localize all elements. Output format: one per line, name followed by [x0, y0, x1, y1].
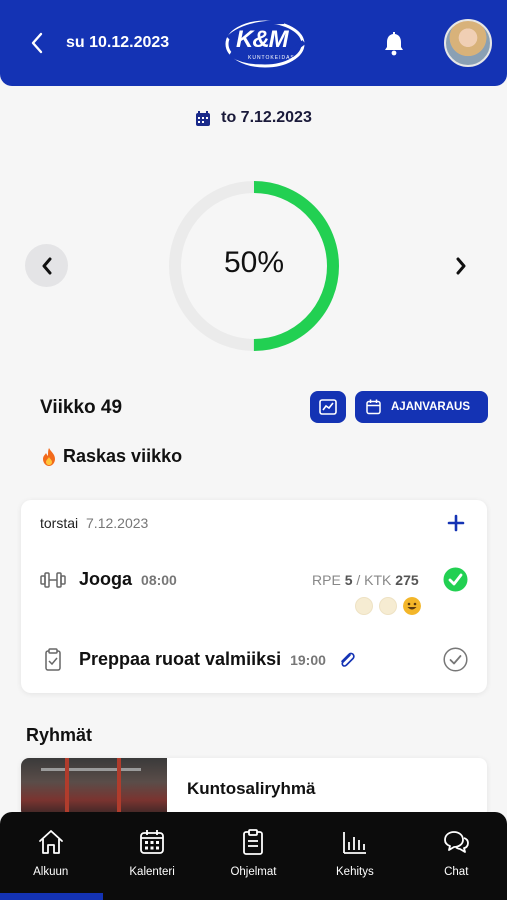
ktk-value: 275: [395, 572, 419, 588]
metrics-separator: /: [356, 572, 361, 588]
groups-title: Ryhmät: [26, 725, 93, 745]
header-date: su 10.12.2023: [66, 34, 170, 51]
nav-item-programs[interactable]: Ohjelmat: [203, 812, 304, 900]
chat-icon: [444, 831, 470, 853]
bottom-nav: Alkuun Kalenteri Ohjelmat Kehitys Chat: [0, 812, 507, 900]
selected-date-label: to 7.12.2023: [221, 109, 312, 126]
calendar-icon: [196, 110, 211, 126]
stats-button[interactable]: [310, 391, 346, 423]
mood-rating: [355, 597, 421, 615]
add-event-button[interactable]: [447, 514, 465, 532]
day-date: 7.12.2023: [86, 515, 149, 531]
attachment-icon[interactable]: [337, 650, 357, 670]
event-title: Preppaa ruoat valmiiksi 19:00: [79, 649, 357, 670]
event-metrics: RPE 5 / KTK 275: [312, 572, 419, 588]
dumbbell-icon: [40, 572, 66, 588]
group-card[interactable]: Kuntosaliryhmä: [21, 758, 487, 818]
bar-chart-icon: [342, 832, 366, 854]
event-title-text: Preppaa ruoat valmiiksi: [79, 649, 282, 669]
clipboard-check-icon: [45, 648, 61, 671]
nav-item-chat[interactable]: Chat: [406, 812, 507, 900]
top-header: su 10.12.2023 K&M KUNTOKEIDAS: [0, 0, 507, 86]
week-tag-label: Raskas viikko: [63, 446, 183, 466]
calendar-icon: [140, 830, 164, 854]
home-icon: [38, 830, 63, 854]
calendar-icon: [366, 399, 381, 415]
day-header: torstai 7.12.2023: [40, 515, 148, 531]
chevron-left-icon: [42, 257, 51, 274]
event-title: Jooga 08:00: [79, 569, 177, 590]
nav-label: Chat: [444, 866, 469, 878]
rpe-value: 5: [344, 572, 353, 588]
notifications-button[interactable]: [382, 31, 406, 57]
nav-label: Kehitys: [336, 866, 374, 878]
booking-label: AJANVARAUS: [391, 401, 471, 413]
rpe-label: RPE: [312, 572, 341, 588]
group-name: Kuntosaliryhmä: [187, 779, 316, 798]
grin-face-icon[interactable]: [403, 597, 421, 615]
previous-week-button[interactable]: [25, 244, 68, 287]
nav-item-home[interactable]: Alkuun: [0, 812, 101, 900]
day-card: torstai 7.12.2023 Jooga 08:00 RPE 5 / KT…: [21, 500, 487, 693]
slight-smile-icon[interactable]: [379, 597, 397, 615]
event-title-text: Jooga: [79, 569, 133, 589]
nav-label: Kalenteri: [129, 866, 175, 878]
nav-label: Ohjelmat: [230, 866, 277, 878]
back-button[interactable]: [26, 30, 48, 56]
event-time: 19:00: [290, 652, 326, 668]
nav-active-indicator: [0, 893, 103, 900]
logo-text: K&M: [236, 26, 289, 53]
neutral-face-icon[interactable]: [355, 597, 373, 615]
nav-item-calendar[interactable]: Kalenteri: [101, 812, 202, 900]
progress-percent: 50%: [223, 246, 285, 279]
week-tag: Raskas viikko: [40, 446, 182, 467]
event-time: 08:00: [141, 572, 177, 588]
nav-item-progress[interactable]: Kehitys: [304, 812, 405, 900]
day-weekday: torstai: [40, 515, 79, 531]
chevron-right-icon: [456, 257, 466, 274]
nav-label: Alkuun: [33, 866, 69, 878]
brand-logo: K&M KUNTOKEIDAS: [224, 14, 306, 72]
completed-check-icon[interactable]: [443, 567, 468, 592]
selected-date-row[interactable]: to 7.12.2023: [0, 109, 507, 127]
group-image: [21, 758, 167, 818]
booking-button[interactable]: AJANVARAUS: [355, 391, 488, 423]
incomplete-check-icon[interactable]: [443, 647, 468, 672]
ktk-label: KTK: [364, 572, 392, 588]
logo-subtext: KUNTOKEIDAS: [248, 55, 295, 61]
bell-icon: [385, 32, 403, 56]
week-title: Viikko 49: [40, 397, 123, 418]
line-chart-icon: [319, 399, 337, 415]
avatar[interactable]: [444, 19, 492, 67]
flame-icon: [43, 447, 55, 466]
next-week-button[interactable]: [441, 244, 481, 287]
clipboard-icon: [243, 829, 264, 855]
chevron-left-icon: [31, 32, 43, 54]
